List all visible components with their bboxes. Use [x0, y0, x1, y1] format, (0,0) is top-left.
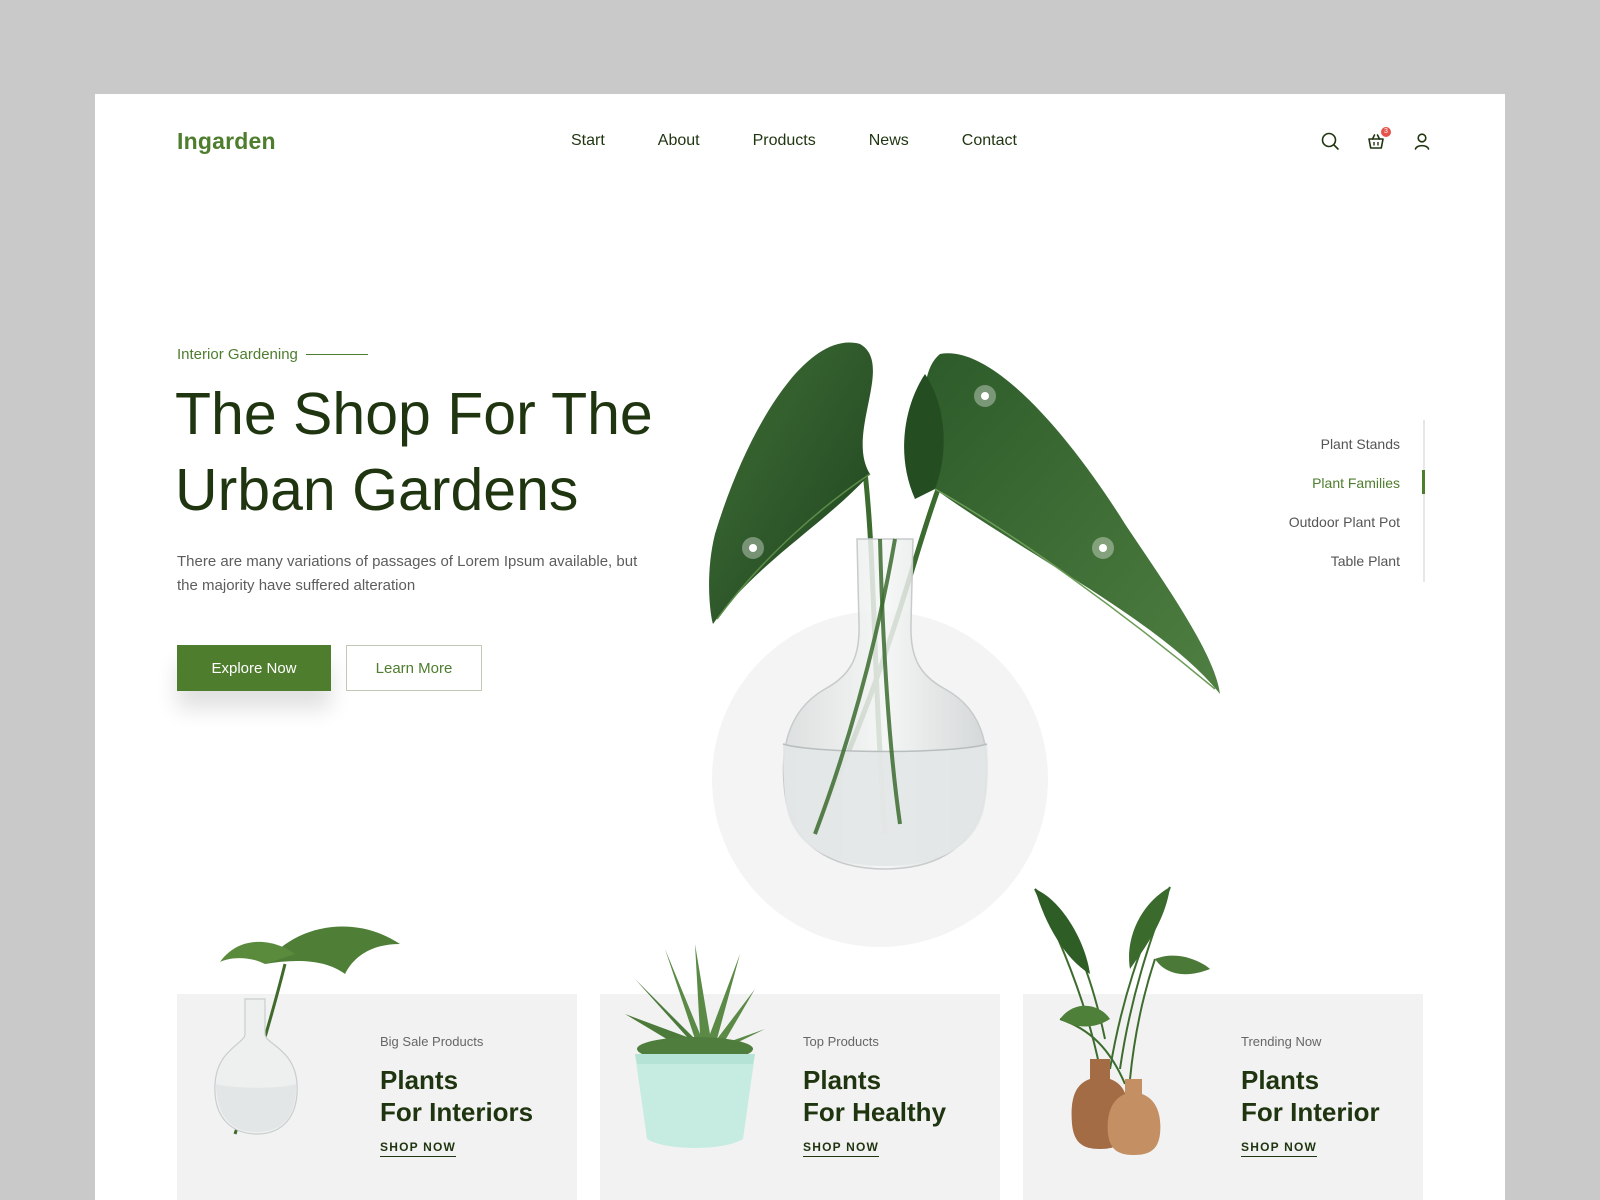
hero-eyebrow: Interior Gardening: [177, 346, 368, 363]
shop-now-link[interactable]: SHOP NOW: [1241, 1140, 1318, 1157]
shop-now-link[interactable]: SHOP NOW: [803, 1140, 880, 1157]
explore-now-button[interactable]: Explore Now: [177, 645, 331, 691]
page-frame: Ingarden Start About Products News Conta…: [95, 94, 1505, 1200]
nav-start[interactable]: Start: [571, 132, 605, 150]
wooden-vases-image: [1030, 879, 1215, 1164]
hero-description: There are many variations of passages of…: [177, 553, 638, 594]
card-title-line1: Plants: [1241, 1065, 1320, 1095]
eyebrow-divider: [305, 354, 368, 355]
hero-title-line1: The Shop For The: [175, 381, 653, 447]
cart-badge: 3: [1381, 127, 1391, 137]
header-actions: 3: [1319, 127, 1433, 152]
learn-more-button[interactable]: Learn More: [346, 645, 482, 691]
card-subtitle: Trending Now: [1241, 1034, 1322, 1049]
nav-about[interactable]: About: [658, 132, 700, 150]
user-icon[interactable]: [1411, 130, 1433, 152]
basket-icon[interactable]: 3: [1365, 127, 1391, 152]
hero-plant-image: [695, 234, 1335, 954]
card-subtitle: Top Products: [803, 1034, 879, 1049]
card-title-line1: Plants: [803, 1065, 882, 1095]
category-plant-families[interactable]: Plant Families: [1312, 475, 1400, 491]
category-active-indicator: [1422, 470, 1425, 494]
card-title: Plants For Healthy: [803, 1064, 946, 1128]
card-title-line2: For Healthy: [803, 1097, 947, 1127]
category-outdoor-plant-pot[interactable]: Outdoor Plant Pot: [1289, 514, 1400, 530]
monstera-vase-image: [205, 904, 415, 1159]
nav-contact[interactable]: Contact: [962, 132, 1017, 150]
card-title-line2: For Interior: [1241, 1097, 1380, 1127]
main-nav: Start About Products News Contact: [571, 132, 1017, 150]
nav-news[interactable]: News: [869, 132, 909, 150]
category-plant-stands[interactable]: Plant Stands: [1321, 436, 1400, 452]
hero-eyebrow-text: Interior Gardening: [177, 346, 298, 363]
hero-title: The Shop For The Urban Gardens: [175, 376, 735, 528]
category-rail: [1423, 420, 1425, 582]
search-icon[interactable]: [1319, 130, 1341, 152]
nav-products[interactable]: Products: [753, 132, 816, 150]
category-table-plant[interactable]: Table Plant: [1331, 553, 1400, 569]
card-title: Plants For Interior: [1241, 1064, 1380, 1128]
hero-title-line2: Urban Gardens: [175, 457, 579, 523]
brand-logo[interactable]: Ingarden: [177, 128, 276, 155]
succulent-pot-image: [625, 939, 765, 1154]
